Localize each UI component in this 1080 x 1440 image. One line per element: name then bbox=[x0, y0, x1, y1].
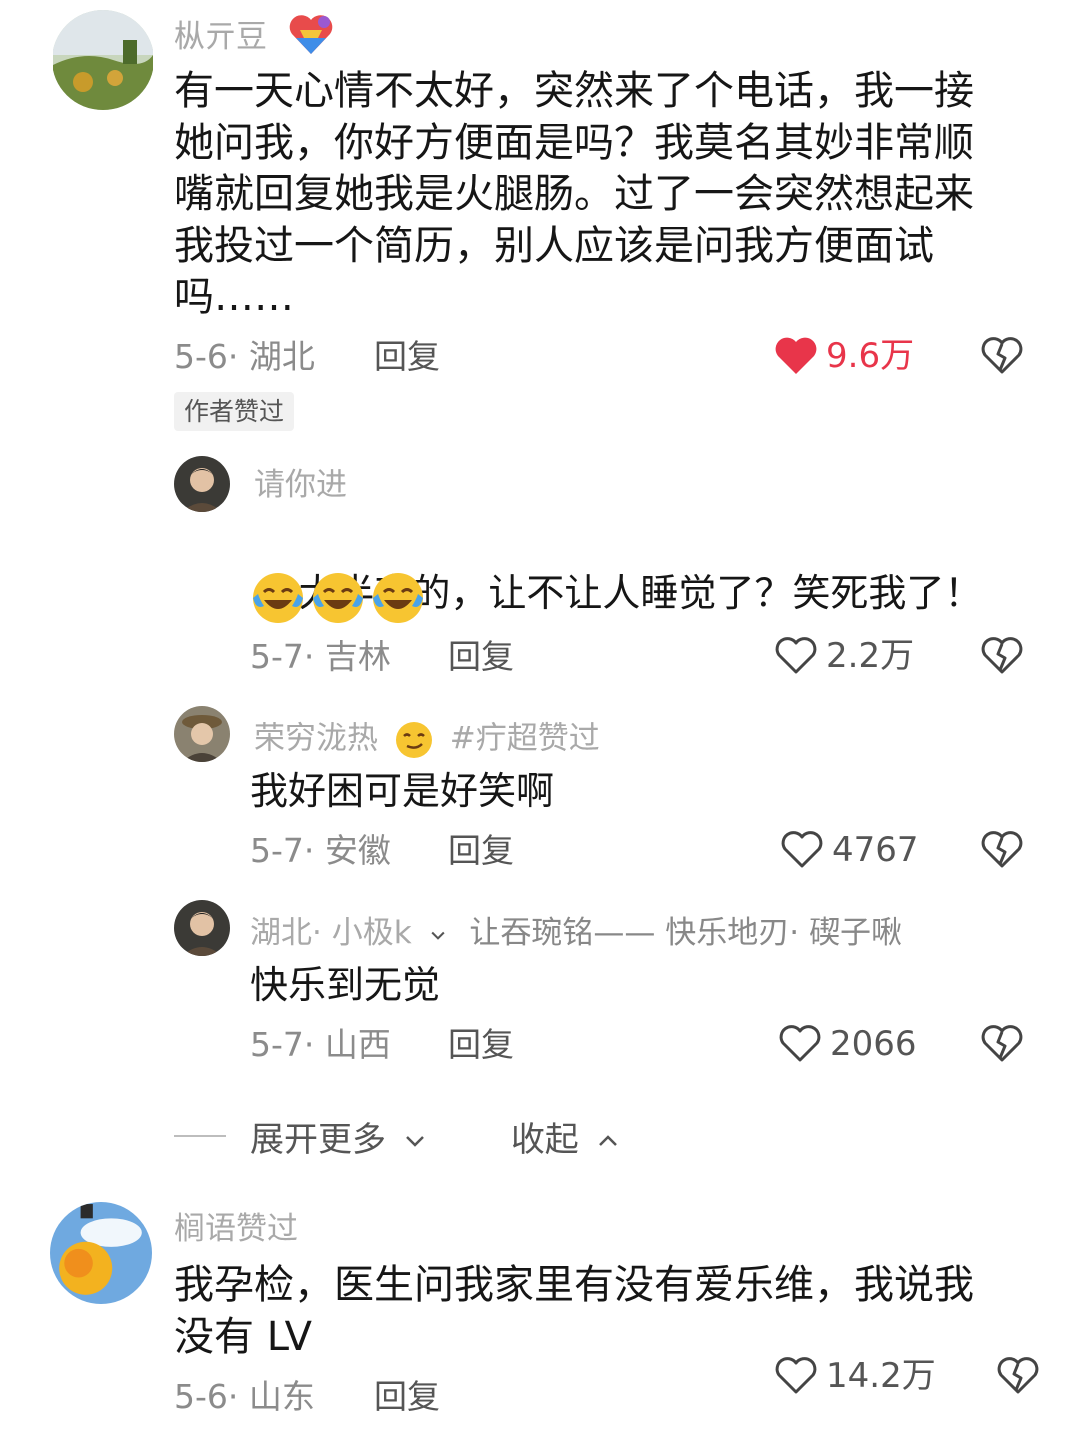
like-button[interactable]: 14.2万 bbox=[774, 1356, 936, 1396]
collapse-button[interactable]: 收起 bbox=[511, 1112, 620, 1161]
broken-heart-icon bbox=[981, 337, 1023, 374]
heart-filled-icon bbox=[775, 337, 817, 374]
reply-button[interactable]: 回复 bbox=[374, 340, 440, 373]
chevron-down-icon bbox=[430, 931, 445, 940]
liked-tag: #疔超赞过 bbox=[449, 720, 600, 757]
expand-more-button[interactable]: 展开更多 bbox=[250, 1112, 427, 1161]
reply-button[interactable]: 回复 bbox=[374, 1380, 440, 1413]
broken-heart-icon bbox=[981, 1025, 1023, 1062]
reply-to-target[interactable]: 让吞琬铭—— 快乐地刃· 碶子啾 bbox=[469, 915, 902, 951]
avatar-image bbox=[174, 456, 230, 512]
laughing-tears-emoji bbox=[253, 573, 303, 623]
heart-outline-icon bbox=[775, 1357, 817, 1394]
like-count: 4767 bbox=[832, 830, 919, 870]
author-liked-badge: 作者赞过 bbox=[174, 392, 295, 431]
dislike-button[interactable] bbox=[996, 1356, 1040, 1396]
username-text: 荣穷泷热 bbox=[254, 720, 378, 757]
broken-heart-icon bbox=[981, 637, 1023, 674]
rainbow-heart-emoji bbox=[286, 10, 336, 56]
reply-button[interactable]: 回复 bbox=[448, 834, 514, 867]
comment-date-location: 5-7· 山西 bbox=[250, 1025, 391, 1064]
username[interactable]: 请你进 bbox=[254, 470, 347, 501]
like-button[interactable]: 2.2万 bbox=[774, 636, 914, 676]
comment-date-location: 5-7· 吉林 bbox=[250, 637, 391, 676]
avatar[interactable] bbox=[174, 706, 230, 762]
username[interactable]: 荣穷泷热 #疔超赞过 bbox=[254, 720, 600, 760]
reply-button[interactable]: 回复 bbox=[448, 1028, 514, 1061]
avatar[interactable] bbox=[50, 1202, 152, 1304]
like-button[interactable]: 4767 bbox=[780, 830, 919, 870]
comment-text: 快乐到无觉 bbox=[250, 963, 441, 1007]
username[interactable]: 湖北· 小极k 让吞琬铭—— 快乐地刃· 碶子啾 bbox=[250, 918, 902, 949]
like-count: 14.2万 bbox=[826, 1356, 936, 1396]
smirk-emoji bbox=[395, 722, 432, 758]
avatar-image bbox=[50, 1202, 152, 1304]
username-text: 湖北· 小极k bbox=[250, 915, 412, 951]
avatar[interactable] bbox=[174, 456, 230, 512]
reply-button[interactable]: 回复 bbox=[448, 640, 514, 673]
like-button[interactable]: 2066 bbox=[778, 1024, 917, 1064]
username[interactable]: 枞亓豆 bbox=[174, 22, 267, 53]
heart-outline-icon bbox=[775, 637, 817, 674]
comment-text: 我好困可是好笑啊 bbox=[250, 769, 555, 813]
laughing-tears-emoji bbox=[373, 573, 423, 623]
comment-date-location: 5-6· 湖北 bbox=[174, 337, 315, 376]
heart-outline-icon bbox=[781, 831, 823, 868]
expand-more-label: 展开更多 bbox=[250, 1119, 386, 1160]
avatar-image bbox=[174, 900, 230, 956]
comment-date-location: 5-7· 安徽 bbox=[250, 831, 391, 870]
like-count: 2.2万 bbox=[826, 636, 915, 676]
dislike-button[interactable] bbox=[980, 336, 1024, 376]
like-count: 2066 bbox=[830, 1024, 917, 1064]
comment-date-location: 5-6· 山东 bbox=[174, 1377, 315, 1416]
emoji-row bbox=[250, 570, 430, 626]
like-button[interactable]: 9.6万 bbox=[774, 336, 914, 376]
thread-controls: 展开更多 收起 bbox=[174, 1116, 620, 1160]
avatar-image bbox=[53, 10, 153, 110]
username[interactable]: 榈语赞过 bbox=[174, 1214, 298, 1245]
divider-line bbox=[174, 1135, 226, 1137]
dislike-button[interactable] bbox=[980, 1024, 1024, 1064]
avatar[interactable] bbox=[174, 900, 230, 956]
avatar[interactable] bbox=[52, 10, 154, 110]
comment-text: 我孕检，医生问我家里有没有爱乐维，我说我 没有 LV bbox=[174, 1262, 974, 1360]
dislike-button[interactable] bbox=[980, 830, 1024, 870]
dislike-button[interactable] bbox=[980, 636, 1024, 676]
avatar-image bbox=[174, 706, 230, 762]
chevron-down-icon bbox=[405, 1136, 424, 1147]
collapse-label: 收起 bbox=[510, 1119, 579, 1160]
broken-heart-icon bbox=[997, 1357, 1039, 1394]
comment-text: 有一天心情不太好，突然来了个电话，我一接 她问我，你好方便面是吗？我莫名其妙非常… bbox=[174, 68, 974, 320]
laughing-tears-emoji bbox=[313, 573, 363, 623]
heart-outline-icon bbox=[779, 1025, 821, 1062]
chevron-up-icon bbox=[598, 1135, 617, 1146]
broken-heart-icon bbox=[981, 831, 1023, 868]
like-count: 9.6万 bbox=[826, 336, 915, 376]
